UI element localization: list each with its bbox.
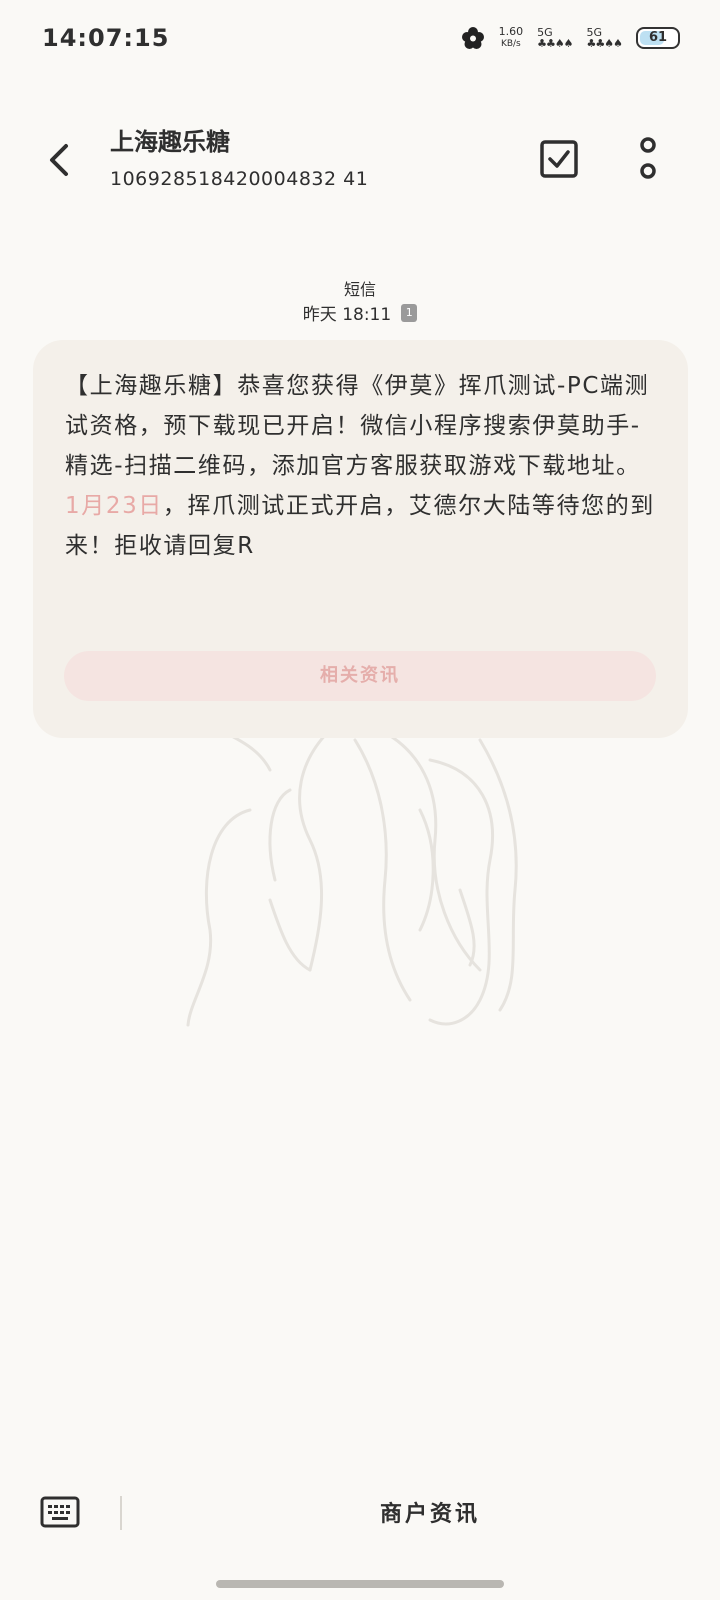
message-time: 昨天 18:11 [302, 305, 392, 325]
background-illustration [186, 730, 518, 1027]
conversation-header: 上海趣乐糖 106928518420004832 41 [0, 120, 720, 210]
message-text: 【上海趣乐糖】恭喜您获得《伊莫》挥爪测试-PC端测试资格，预下载现已开启！微信小… [65, 366, 655, 566]
merchant-info-button[interactable]: 商户资讯 [140, 1496, 720, 1528]
divider [120, 1496, 122, 1530]
battery-icon: 61 [636, 27, 680, 49]
keyboard-icon[interactable] [40, 1496, 80, 1528]
message-text-part1: 【上海趣乐糖】恭喜您获得《伊莫》挥爪测试-PC端测试资格，预下载现已开启！微信小… [65, 373, 650, 479]
related-info-button[interactable]: 相关资讯 [64, 651, 656, 701]
status-icons: 1.60 KB/s 5G ♣♣♠♠ 5G ♣♣♠♠ 61 [461, 26, 680, 50]
signal-bars-icon: ♣♣♠♠ [537, 37, 573, 50]
signal-bars-icon: ♣♣♠♠ [586, 37, 623, 50]
battery-level: 61 [648, 30, 668, 45]
net-speed-value: 1.60 [498, 25, 524, 38]
flower-icon [461, 27, 484, 49]
date-link[interactable]: 1月23日 [65, 493, 163, 519]
bottom-bar: 商户资讯 [0, 1476, 720, 1546]
net-speed: 1.60 KB/s [499, 26, 524, 50]
sim2-signal: 5G ♣♣♠♠ [586, 27, 623, 50]
message-timestamp: 昨天 18:11 1 [0, 300, 720, 325]
sender-number: 106928518420004832 41 [110, 168, 369, 190]
status-bar: 14:07:15 1.60 KB/s 5G ♣♣♠♠ 5G ♣♣♠♠ 61 [0, 0, 720, 80]
more-icon[interactable] [636, 136, 660, 182]
net-speed-unit: KB/s [500, 39, 521, 49]
sim1-signal: 5G ♣♣♠♠ [537, 27, 573, 50]
home-indicator[interactable] [216, 1580, 504, 1588]
back-arrow-icon[interactable] [42, 140, 82, 180]
sender-name: 上海趣乐糖 [110, 128, 230, 156]
checkbox-icon[interactable] [540, 140, 578, 178]
message-bubble[interactable]: 【上海趣乐糖】恭喜您获得《伊莫》挥爪测试-PC端测试资格，预下载现已开启！微信小… [33, 340, 688, 738]
sim-badge: 1 [401, 303, 418, 322]
message-type-label: 短信 [343, 280, 376, 299]
status-time: 14:07:15 [42, 24, 170, 52]
